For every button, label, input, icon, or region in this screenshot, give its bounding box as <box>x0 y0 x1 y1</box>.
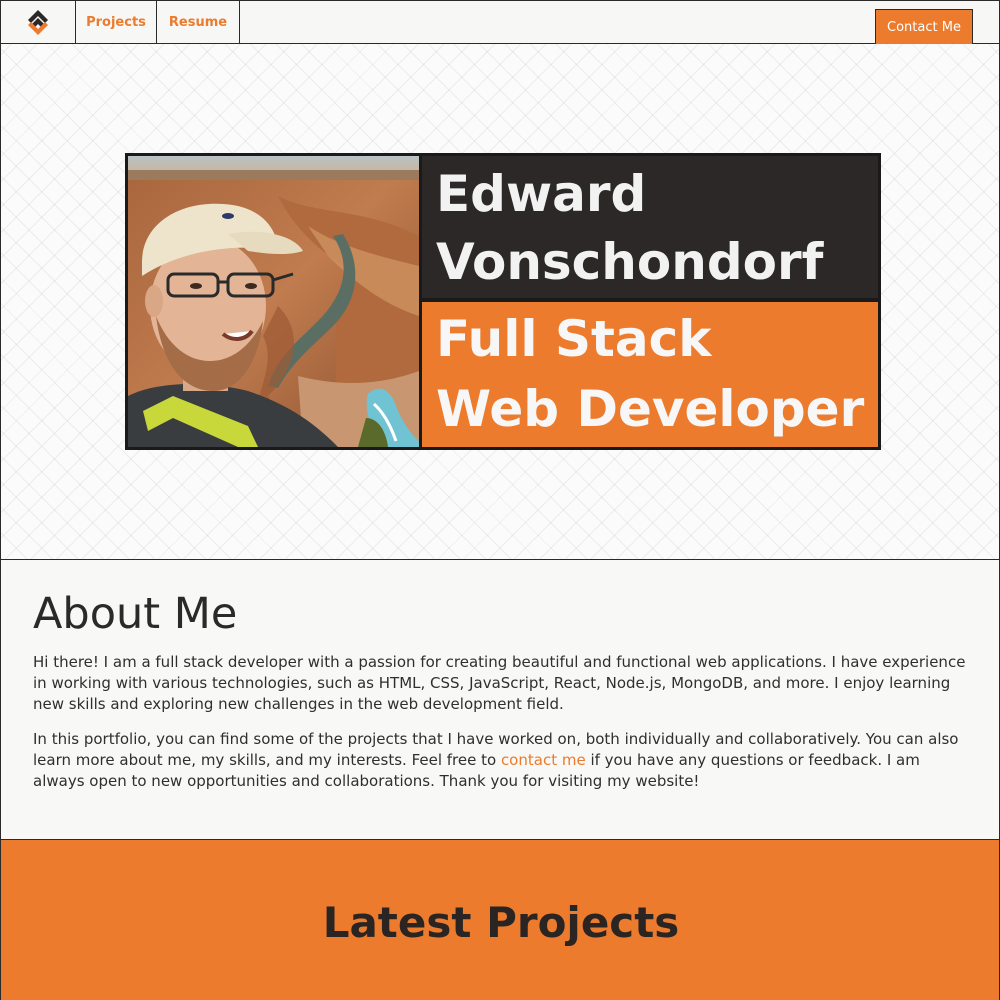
hero-card: Edward Vonschondorf Full Stack Web Devel… <box>125 153 881 450</box>
role-line-2: Web Developer <box>436 380 865 438</box>
name-last: Vonschondorf <box>436 233 824 291</box>
name-first: Edward <box>436 165 647 223</box>
profile-photo <box>128 156 419 447</box>
top-navbar: Projects Resume Contact Me <box>0 0 1000 44</box>
contact-me-link[interactable]: contact me <box>501 751 586 769</box>
about-title: About Me <box>33 589 238 639</box>
nav-link-resume[interactable]: Resume <box>157 1 240 44</box>
role-panel: Full Stack Web Developer <box>422 302 878 447</box>
contact-me-button[interactable]: Contact Me <box>875 9 973 44</box>
latest-projects-section: Latest Projects <box>0 840 1000 1000</box>
home-logo-link[interactable] <box>1 1 76 44</box>
about-paragraph-2: In this portfolio, you can find some of … <box>33 729 973 792</box>
role-line-1: Full Stack <box>436 310 712 368</box>
about-paragraph-1: Hi there! I am a full stack developer wi… <box>33 653 966 713</box>
about-section: About Me Hi there! I am a full stack dev… <box>0 560 1000 840</box>
nav-link-projects[interactable]: Projects <box>76 1 157 44</box>
latest-projects-title: Latest Projects <box>322 898 680 947</box>
hero-section: Edward Vonschondorf Full Stack Web Devel… <box>0 44 1000 560</box>
canyon-selfie-image <box>128 156 419 447</box>
ev-logo-icon <box>28 9 48 35</box>
name-panel: Edward Vonschondorf <box>422 156 878 300</box>
